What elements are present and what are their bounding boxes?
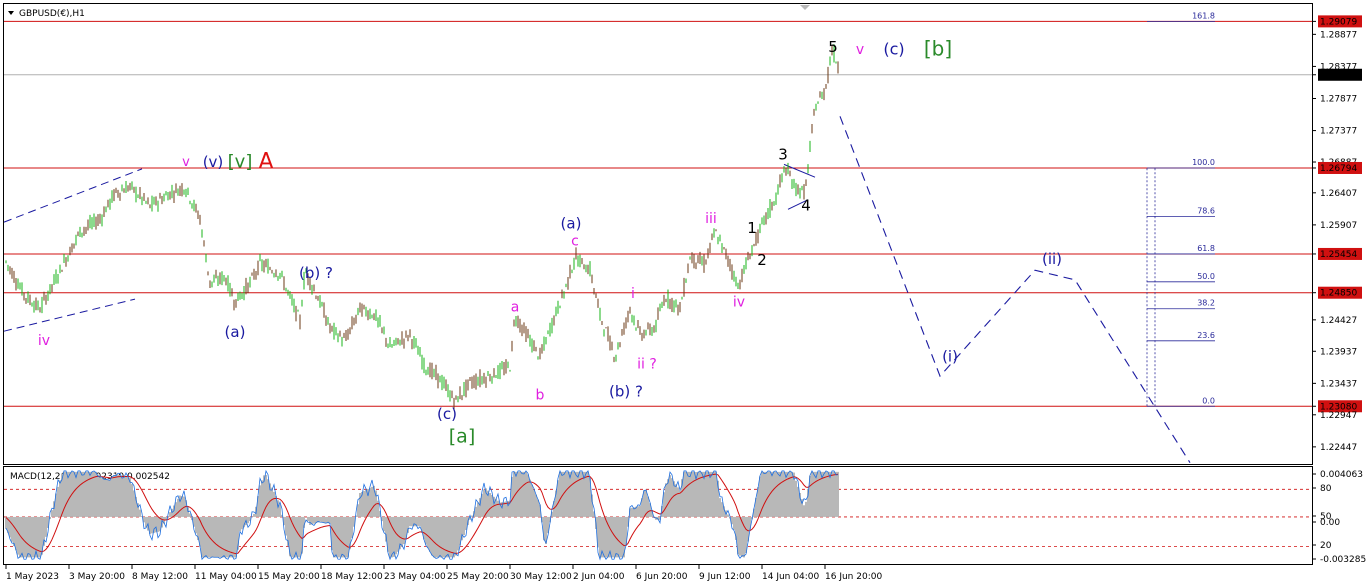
time-tick-label: 30 May 12:00	[510, 572, 572, 582]
fib-level-label: 23.6	[1197, 331, 1215, 340]
price-tick-label: 1.24427	[1320, 316, 1357, 326]
time-tick-label: 18 May 12:00	[321, 572, 383, 582]
time-tick-label: 9 Jun 12:00	[699, 572, 751, 582]
wave-label: 3	[778, 145, 788, 163]
price-tick-label: 1.28877	[1320, 30, 1357, 40]
symbol-header: GBPUSD(€),H1	[19, 9, 85, 19]
price-tick-label: 1.27877	[1320, 95, 1357, 105]
wave-label: (ii)	[1042, 250, 1062, 268]
time-tick-label: 1 May 2023	[6, 572, 59, 582]
fib-level-label: 100.0	[1192, 158, 1215, 167]
price-tick-label: 1.28247	[1320, 71, 1357, 81]
wave-label: (b) ?	[609, 383, 643, 401]
wave-label: i	[631, 286, 635, 302]
price-tick-label: 1.23937	[1320, 347, 1357, 357]
wave-label: v	[856, 42, 864, 58]
time-tick-label: 23 May 04:00	[384, 572, 446, 582]
price-tick-label: 1.27377	[1320, 127, 1357, 137]
wave-label: iv	[733, 294, 745, 310]
time-tick-label: 6 Jun 20:00	[636, 572, 688, 582]
wave-label: (a)	[561, 215, 582, 233]
macd-tick-label: 0.004063	[1320, 470, 1363, 480]
price-tick-label: 1.23437	[1320, 379, 1357, 389]
wave-label: 5	[828, 38, 838, 56]
time-tick-label: 15 May 20:00	[258, 572, 320, 582]
wave-label: (a)	[225, 323, 246, 341]
wave-label: [a]	[449, 426, 475, 448]
macd-tick-label: 80	[1320, 484, 1332, 494]
price-tick-label: 1.25907	[1320, 221, 1357, 231]
fib-level-label: 61.8	[1197, 244, 1215, 253]
wave-label: (c)	[883, 40, 904, 59]
wave-label: ii ?	[637, 357, 657, 373]
time-tick-label: 16 Jun 20:00	[825, 572, 882, 582]
macd-panel-frame	[3, 466, 1313, 565]
macd-tick-label: -0.003285	[1320, 555, 1366, 565]
wave-label: (c)	[437, 405, 457, 423]
wave-label: a	[511, 299, 520, 315]
price-tick-label: 1.24850	[1320, 289, 1357, 299]
price-tick-label: 1.25454	[1320, 250, 1357, 260]
wave-label: (i)	[942, 347, 958, 365]
wave-label: [v]	[228, 151, 253, 172]
price-tick-label: 1.26407	[1320, 189, 1357, 199]
wave-label: A	[258, 149, 273, 174]
fib-level-label: 38.2	[1197, 299, 1215, 308]
wave-label: 4	[801, 197, 811, 215]
wave-label: c	[571, 233, 579, 249]
wave-label: iv	[38, 333, 50, 349]
fib-level-label: 161.8	[1192, 11, 1215, 20]
price-tick-label: 1.26794	[1320, 164, 1357, 174]
price-tick-label: 1.29079	[1320, 17, 1357, 27]
time-tick-label: 25 May 20:00	[447, 572, 509, 582]
price-panel-frame	[3, 3, 1313, 465]
price-tick-label: 1.22947	[1320, 411, 1357, 421]
fib-level-label: 0.0	[1202, 396, 1215, 405]
fib-level-label: 78.6	[1197, 206, 1215, 215]
wave-label: (v)	[203, 153, 224, 171]
time-tick-label: 8 May 12:00	[132, 572, 188, 582]
wave-label: 1	[747, 219, 757, 237]
wave-label: (b) ?	[299, 264, 333, 282]
wave-label: [b]	[924, 37, 952, 61]
fib-level-label: 50.0	[1197, 272, 1215, 281]
wave-label: b	[536, 387, 545, 403]
time-tick-label: 2 Jun 04:00	[573, 572, 625, 582]
wave-label: 2	[757, 251, 767, 269]
time-tick-label: 3 May 20:00	[69, 572, 125, 582]
time-tick-label: 14 Jun 04:00	[762, 572, 819, 582]
wave-label: iii	[705, 211, 717, 227]
macd-tick-label: 0.00	[1320, 518, 1340, 528]
macd-tick-label: 20	[1320, 541, 1332, 551]
price-tick-label: 1.22447	[1320, 443, 1357, 453]
candlestick-chart[interactable]: GBPUSD(€),H1 MACD(12,26,9) 0.002310 0.00…	[0, 0, 1366, 588]
time-tick-label: 11 May 04:00	[195, 572, 257, 582]
wave-label: v	[182, 155, 190, 170]
